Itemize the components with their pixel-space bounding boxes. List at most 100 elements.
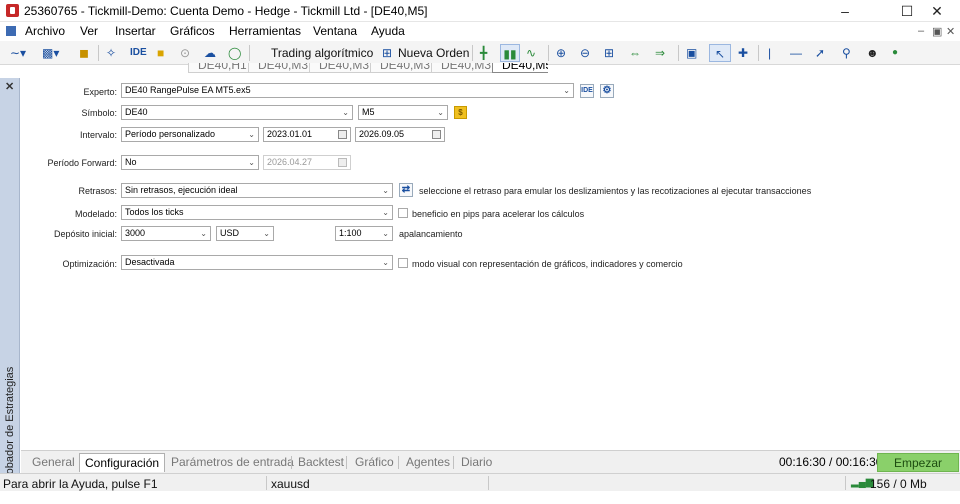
line-chart-icon[interactable]: ∿ bbox=[526, 44, 536, 62]
close-panel-icon[interactable]: ✕ bbox=[5, 80, 14, 93]
delays-note: seleccione el retraso para emular los de… bbox=[419, 186, 812, 196]
elapsed-timer: 00:16:30 / 00:16:30 bbox=[779, 455, 883, 469]
tab-backtest[interactable]: Backtest bbox=[298, 453, 344, 472]
level-icon[interactable]: ● bbox=[892, 44, 898, 62]
status-symbol: xauusd bbox=[271, 477, 310, 491]
chart-shift-icon[interactable]: ⇒ bbox=[655, 44, 665, 62]
autoscroll-icon[interactable]: ⇔ bbox=[629, 44, 641, 62]
window-title: 25360765 - Tickmill-Demo: Cuenta Demo - … bbox=[24, 4, 428, 18]
navigator-icon[interactable]: ✧ bbox=[106, 44, 116, 62]
title-bar: 25360765 - Tickmill-Demo: Cuenta Demo - … bbox=[0, 0, 960, 22]
forward-date-picker: 2026.04.27 bbox=[263, 155, 351, 170]
toolbar: ∼▾ ▩▾ ◼ ✧ IDE ■ ⊙ ☁ ◯ Trading algorítmic… bbox=[0, 41, 960, 99]
menu-ventana[interactable]: Ventana bbox=[313, 24, 357, 38]
trendline-icon[interactable]: ➚ bbox=[815, 44, 825, 62]
crosshair-icon[interactable]: ✚ bbox=[738, 44, 748, 62]
interval-label: Intervalo: bbox=[79, 130, 117, 140]
menu-archivo[interactable]: Archivo bbox=[25, 24, 65, 38]
chart-settings-icon[interactable]: ▩▾ bbox=[42, 44, 59, 62]
delays-select[interactable]: Sin retrasos, ejecución ideal ⌄ bbox=[121, 183, 393, 198]
deposit-input[interactable]: 3000 ⌄ bbox=[121, 226, 211, 241]
algo-trading-button[interactable]: Trading algorítmico bbox=[271, 44, 373, 62]
mdi-minimize-icon[interactable]: – bbox=[918, 25, 924, 37]
status-help: Para abrir la Ayuda, pulse F1 bbox=[3, 477, 158, 491]
optimization-label: Optimización: bbox=[62, 259, 117, 269]
chart-tab[interactable]: DE40,M3 bbox=[309, 63, 380, 73]
pips-profit-label: beneficio en pips para acelerar los cálc… bbox=[412, 209, 585, 219]
menu-bar: Archivo Ver Insertar Gráficos Herramient… bbox=[0, 22, 960, 41]
tab-parametros[interactable]: Parámetros de entrada bbox=[171, 453, 294, 472]
menu-ayuda[interactable]: Ayuda bbox=[371, 24, 405, 38]
signal-icon[interactable]: ⊙ bbox=[180, 44, 190, 62]
chart-tab-active[interactable]: DE40,M5 bbox=[492, 63, 548, 73]
new-order-button[interactable]: Nueva Orden bbox=[398, 44, 469, 62]
tab-agentes[interactable]: Agentes bbox=[406, 453, 450, 472]
currency-select[interactable]: USD ⌄ bbox=[216, 226, 274, 241]
chart-type-icon[interactable]: ∼▾ bbox=[10, 44, 26, 62]
modeling-label: Modelado: bbox=[74, 209, 117, 219]
expert-label: Experto: bbox=[83, 87, 117, 97]
search-icon[interactable]: ⚲ bbox=[842, 44, 851, 62]
vps-icon[interactable]: ◯ bbox=[228, 44, 241, 62]
ide-icon[interactable]: IDE bbox=[130, 44, 147, 62]
tab-general[interactable]: General bbox=[32, 453, 75, 472]
vertical-line-icon[interactable]: | bbox=[768, 44, 771, 62]
tab-diario[interactable]: Diario bbox=[461, 453, 492, 472]
mdi-close-icon[interactable]: ✕ bbox=[946, 25, 955, 38]
chart-tab[interactable]: DE40,M3 bbox=[248, 63, 319, 73]
minimize-button[interactable]: – bbox=[822, 0, 868, 22]
zoom-in-icon[interactable]: ⊕ bbox=[556, 44, 566, 62]
date-from-picker[interactable]: 2023.01.01 bbox=[263, 127, 351, 142]
visual-mode-label: modo visual con representación de gráfic… bbox=[412, 259, 683, 269]
tester-tabs: General Configuración Parámetros de entr… bbox=[21, 450, 960, 473]
tab-grafico[interactable]: Gráfico bbox=[355, 453, 394, 472]
candlestick-icon[interactable]: ▮▮ bbox=[500, 44, 520, 62]
forward-label: Período Forward: bbox=[47, 158, 117, 168]
lock-icon[interactable]: ■ bbox=[157, 44, 164, 62]
delays-settings-icon[interactable]: ⇄ bbox=[399, 183, 413, 197]
horizontal-line-icon[interactable]: — bbox=[790, 44, 802, 62]
delays-label: Retrasos: bbox=[78, 186, 117, 196]
zoom-out-icon[interactable]: ⊖ bbox=[580, 44, 590, 62]
visual-mode-checkbox[interactable] bbox=[398, 258, 408, 268]
leverage-label: apalancamiento bbox=[399, 229, 463, 239]
menu-herramientas[interactable]: Herramientas bbox=[229, 24, 301, 38]
screenshot-icon[interactable]: ▣ bbox=[686, 44, 697, 62]
menu-ver[interactable]: Ver bbox=[80, 24, 98, 38]
account-icon[interactable]: ☻ bbox=[866, 44, 879, 62]
cursor-icon[interactable]: ↖ bbox=[709, 44, 731, 62]
chart-tab[interactable]: DE40,H1 bbox=[188, 63, 257, 73]
start-button[interactable]: Empezar bbox=[877, 453, 959, 472]
timeframe-select[interactable]: M5 ⌄ bbox=[358, 105, 448, 120]
symbols-icon[interactable]: ◼ bbox=[79, 44, 89, 62]
modeling-select[interactable]: Todos los ticks ⌄ bbox=[121, 205, 393, 220]
chart-tabs: DE40,H1 DE40,M3 DE40,M3 DE40,M3 DE40,M3 … bbox=[188, 63, 548, 73]
chart-tab[interactable]: DE40,M3 bbox=[370, 63, 441, 73]
status-bar: Para abrir la Ayuda, pulse F1 xauusd ▂▄▆… bbox=[0, 473, 960, 491]
pips-profit-checkbox[interactable] bbox=[398, 208, 408, 218]
cloud-icon[interactable]: ☁ bbox=[204, 44, 216, 62]
menu-insertar[interactable]: Insertar bbox=[115, 24, 156, 38]
menu-graficos[interactable]: Gráficos bbox=[170, 24, 215, 38]
strategy-tester-sidebar: ✕ Probador de Estrategias bbox=[0, 78, 20, 485]
date-to-picker[interactable]: 2026.09.05 bbox=[355, 127, 445, 142]
close-button[interactable]: ✕ bbox=[914, 0, 960, 22]
ide-button[interactable]: IDE bbox=[580, 84, 594, 98]
leverage-select[interactable]: 1:100 ⌄ bbox=[335, 226, 393, 241]
symbol-properties-icon[interactable]: $ bbox=[454, 106, 467, 119]
new-order-icon: ⊞ bbox=[382, 46, 393, 60]
forward-select[interactable]: No ⌄ bbox=[121, 155, 259, 170]
chart-tab[interactable]: DE40,M3 bbox=[431, 63, 502, 73]
tile-windows-icon[interactable]: ⊞ bbox=[604, 44, 614, 62]
mdi-restore-icon[interactable]: ▣ bbox=[932, 25, 942, 38]
bar-chart-icon[interactable]: ╋ bbox=[480, 44, 487, 62]
expert-settings-icon[interactable]: ⚙ bbox=[600, 84, 614, 98]
expert-select[interactable]: DE40 RangePulse EA MT5.ex5 ⌄ bbox=[121, 83, 574, 98]
symbol-select[interactable]: DE40 ⌄ bbox=[121, 105, 353, 120]
optimization-select[interactable]: Desactivada ⌄ bbox=[121, 255, 393, 270]
settings-panel: Experto: DE40 RangePulse EA MT5.ex5 ⌄ IDE… bbox=[21, 78, 960, 450]
interval-select[interactable]: Período personalizado ⌄ bbox=[121, 127, 259, 142]
chart-window-icon bbox=[6, 26, 16, 36]
tab-configuracion[interactable]: Configuración bbox=[79, 453, 166, 472]
deposit-label: Depósito inicial: bbox=[53, 229, 117, 239]
